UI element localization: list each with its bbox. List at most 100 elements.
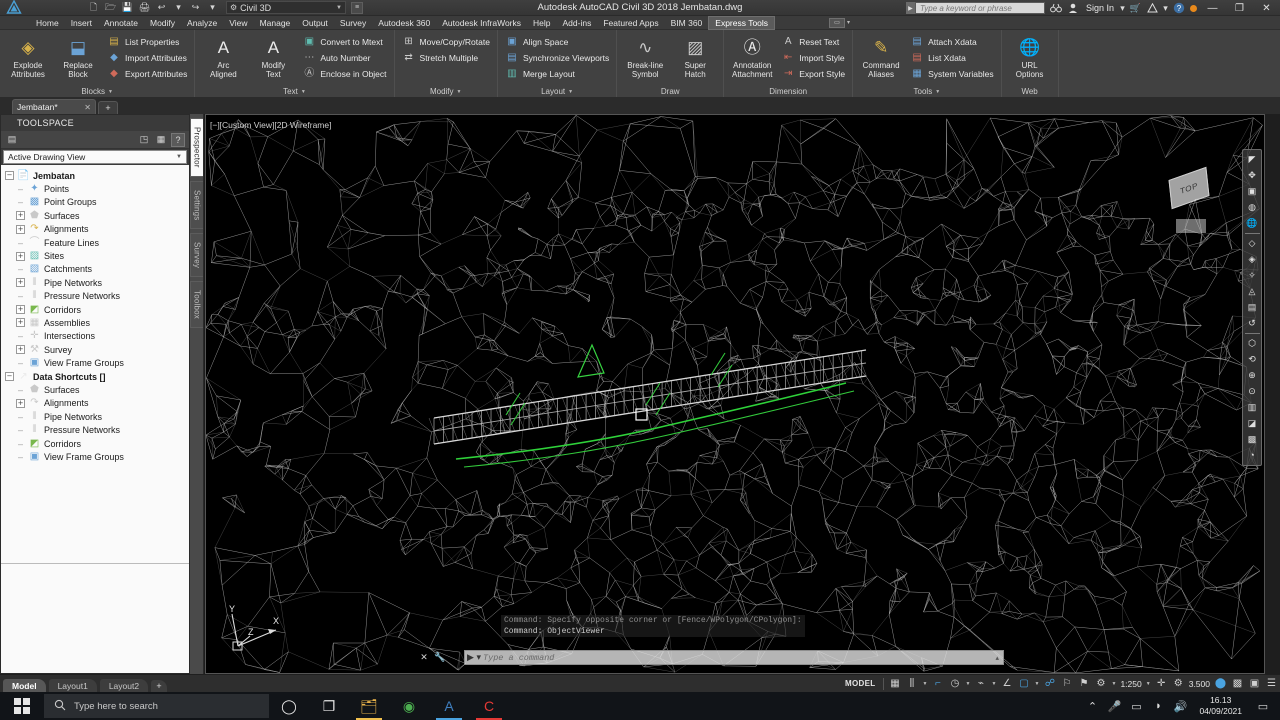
show-motion-icon[interactable]: 🌐 <box>1244 216 1261 231</box>
clean-screen-icon[interactable]: ▣ <box>1246 675 1263 693</box>
panel-label-blocks[interactable]: Blocks ▼ <box>4 86 190 97</box>
tree-item-feature-lines[interactable]: – ⌒ Feature Lines <box>5 236 189 249</box>
close-button[interactable]: ✕ <box>1253 0 1280 16</box>
windows-start-icon[interactable] <box>0 692 44 720</box>
item-preview-icon[interactable]: ◳ <box>137 133 151 147</box>
expand-icon[interactable]: + <box>16 278 25 288</box>
layout-tab-model[interactable]: Model <box>3 678 46 693</box>
help-icon[interactable]: ? <box>1170 0 1187 16</box>
tree-item-points[interactable]: – ✦ Points <box>5 182 189 195</box>
camera-icon[interactable]: ◔ <box>1244 448 1261 463</box>
help-dropdown-icon[interactable]: ▾ <box>1161 0 1170 16</box>
tree-item-catchments[interactable]: – ▧ Catchments <box>5 263 189 276</box>
measure-icon[interactable]: ⊕ <box>1244 368 1261 383</box>
toolspace-tab-toolbox[interactable]: Toolbox <box>190 281 203 329</box>
volume-icon[interactable]: 🔊 <box>1169 692 1191 720</box>
ortho-mode-toggle[interactable]: ⌐ <box>929 675 946 693</box>
tree-item-surfaces[interactable]: – ⬟ Surfaces <box>5 383 189 396</box>
toolspace-tab-settings[interactable]: Settings <box>190 180 203 230</box>
google-chrome-icon[interactable]: ◉ <box>389 692 429 720</box>
tree-item-corridors[interactable]: + ◩ Corridors <box>5 303 189 316</box>
tree-item-pressure-networks[interactable]: – ⫴ Pressure Networks <box>5 290 189 303</box>
panel-label-modify[interactable]: Modify ▼ <box>399 86 493 97</box>
orbit-icon[interactable]: ◍ <box>1244 200 1261 215</box>
file-explorer-icon[interactable]: 🗂 <box>349 692 389 720</box>
command-customize-icon[interactable]: 🔧 <box>432 650 448 665</box>
attach-xdata-button[interactable]: ▤ Attach Xdata <box>907 34 997 50</box>
point-node-icon[interactable]: ⬡ <box>1244 336 1261 351</box>
url-options-button[interactable]: 🌐 URL Options <box>1006 32 1054 80</box>
select-similar-icon[interactable]: ◈ <box>1244 252 1261 267</box>
search-dropdown-icon[interactable]: ▶ <box>905 2 915 14</box>
ribbon-tab-home[interactable]: Home <box>30 16 65 30</box>
toolspace-tab-prospector[interactable]: Prospector <box>190 118 203 177</box>
active-drawing-view-selector[interactable]: Active Drawing View ▼ <box>3 150 187 164</box>
ribbon-tab-annotate[interactable]: Annotate <box>98 16 144 30</box>
tree-item-view-frame-groups[interactable]: – ▣ View Frame Groups <box>5 356 189 369</box>
export-attributes-button[interactable]: ◆ Export Attributes <box>104 66 190 82</box>
tree-item-corridors[interactable]: – ◩ Corridors <box>5 437 189 450</box>
layer-tools-icon[interactable]: ▤ <box>1244 300 1261 315</box>
snap-mode-toggle[interactable]: ⫼ <box>903 675 920 693</box>
hardware-acceleration-icon[interactable]: ⬤ <box>1212 675 1229 693</box>
help-icon[interactable]: ? <box>171 132 185 147</box>
annotation-visibility-toggle[interactable]: ⚙ <box>1092 675 1109 693</box>
viewport-tool-icon[interactable]: ▥ <box>1244 400 1261 415</box>
open-file-icon[interactable]: 🗁 <box>103 1 118 15</box>
signin-dropdown-icon[interactable]: ▾ <box>1118 0 1127 16</box>
ribbon-minimize-icon[interactable]: ▭ <box>828 17 845 28</box>
new-layout-button[interactable]: + <box>151 679 168 693</box>
layout-tab-layout2[interactable]: Layout2 <box>99 678 149 693</box>
panel-label-text[interactable]: Text ▼ <box>199 86 389 97</box>
ribbon-tab-insert[interactable]: Insert <box>65 16 98 30</box>
expand-icon[interactable]: + <box>16 211 25 221</box>
ribbon-tab-express-tools[interactable]: Express Tools <box>708 15 776 30</box>
ribbon-tab-output[interactable]: Output <box>296 16 334 30</box>
tree-item-data-shortcuts[interactable]: − ↗ Data Shortcuts [] <box>5 370 189 383</box>
reset-text-button[interactable]: A Reset Text <box>778 34 848 50</box>
pan-icon[interactable]: ✥ <box>1244 168 1261 183</box>
annotation-attachment-button[interactable]: Ⓐ Annotation Attachment <box>728 32 776 80</box>
autodesk-logo-icon[interactable] <box>0 0 28 16</box>
object-viewer-icon[interactable]: ◇ <box>1244 236 1261 251</box>
polar-tracking-toggle[interactable]: ◷ <box>946 675 963 693</box>
tree-item-intersections[interactable]: – ✛ Intersections <box>5 330 189 343</box>
add-scales-toggle[interactable]: ✛ <box>1153 675 1170 693</box>
isolate-objects-icon[interactable]: ◬ <box>1244 284 1261 299</box>
expand-icon[interactable]: + <box>16 318 25 328</box>
annotation-scale-value[interactable]: 1:250 <box>1118 679 1143 689</box>
tree-item-assemblies[interactable]: + ▦ Assemblies <box>5 316 189 329</box>
annotation-monitor-toggle[interactable]: ⚑ <box>1075 675 1092 693</box>
close-icon[interactable]: ✕ <box>84 103 91 112</box>
viewcube[interactable]: TOP <box>1162 163 1218 219</box>
ribbon-tab-featured-apps[interactable]: Featured Apps <box>597 16 664 30</box>
toolspace-tab-survey[interactable]: Survey <box>190 233 203 278</box>
expand-icon[interactable]: + <box>16 398 25 408</box>
new-drawing-tab-button[interactable]: + <box>98 101 118 114</box>
undo-icon[interactable]: ↩ <box>154 1 169 15</box>
help-community-icon[interactable] <box>1144 0 1161 16</box>
chevron-down-icon[interactable]: ▼ <box>336 5 342 11</box>
align-space-button[interactable]: ▣ Align Space <box>502 34 612 50</box>
viewcube-top-face[interactable]: TOP <box>1168 166 1210 210</box>
ribbon-tab-help[interactable]: Help <box>527 16 556 30</box>
chevron-down-icon[interactable]: ▼ <box>920 681 929 687</box>
redo-icon[interactable]: ↪ <box>188 1 203 15</box>
zoom-extents-icon[interactable]: ▣ <box>1244 184 1261 199</box>
tree-item-alignments[interactable]: + ↷ Alignments <box>5 397 189 410</box>
layout-tab-layout1[interactable]: Layout1 <box>48 678 97 693</box>
battery-icon[interactable]: ▭ <box>1125 692 1147 720</box>
collapse-icon[interactable]: − <box>5 372 14 382</box>
rotate-view-icon[interactable]: ⟲ <box>1244 352 1261 367</box>
plot-icon[interactable]: 🖨 <box>137 1 152 15</box>
minimize-button[interactable]: — <box>1199 0 1226 16</box>
qat-customize-icon[interactable]: ≡ <box>351 1 363 14</box>
panel-label-tools[interactable]: Tools ▼ <box>857 86 997 97</box>
import-style-button[interactable]: ⇤ Import Style <box>778 50 848 66</box>
dynamic-ucs-toggle[interactable]: ▢ <box>1015 675 1032 693</box>
ribbon-tab-autodesk-infraworks[interactable]: Autodesk InfraWorks <box>436 16 527 30</box>
render-icon[interactable]: ◪ <box>1244 416 1261 431</box>
ribbon-tab-manage[interactable]: Manage <box>254 16 297 30</box>
file-tab-jembatan[interactable]: Jembatan* ✕ <box>12 99 96 114</box>
tree-item-pressure-networks[interactable]: – ⫴ Pressure Networks <box>5 423 189 436</box>
